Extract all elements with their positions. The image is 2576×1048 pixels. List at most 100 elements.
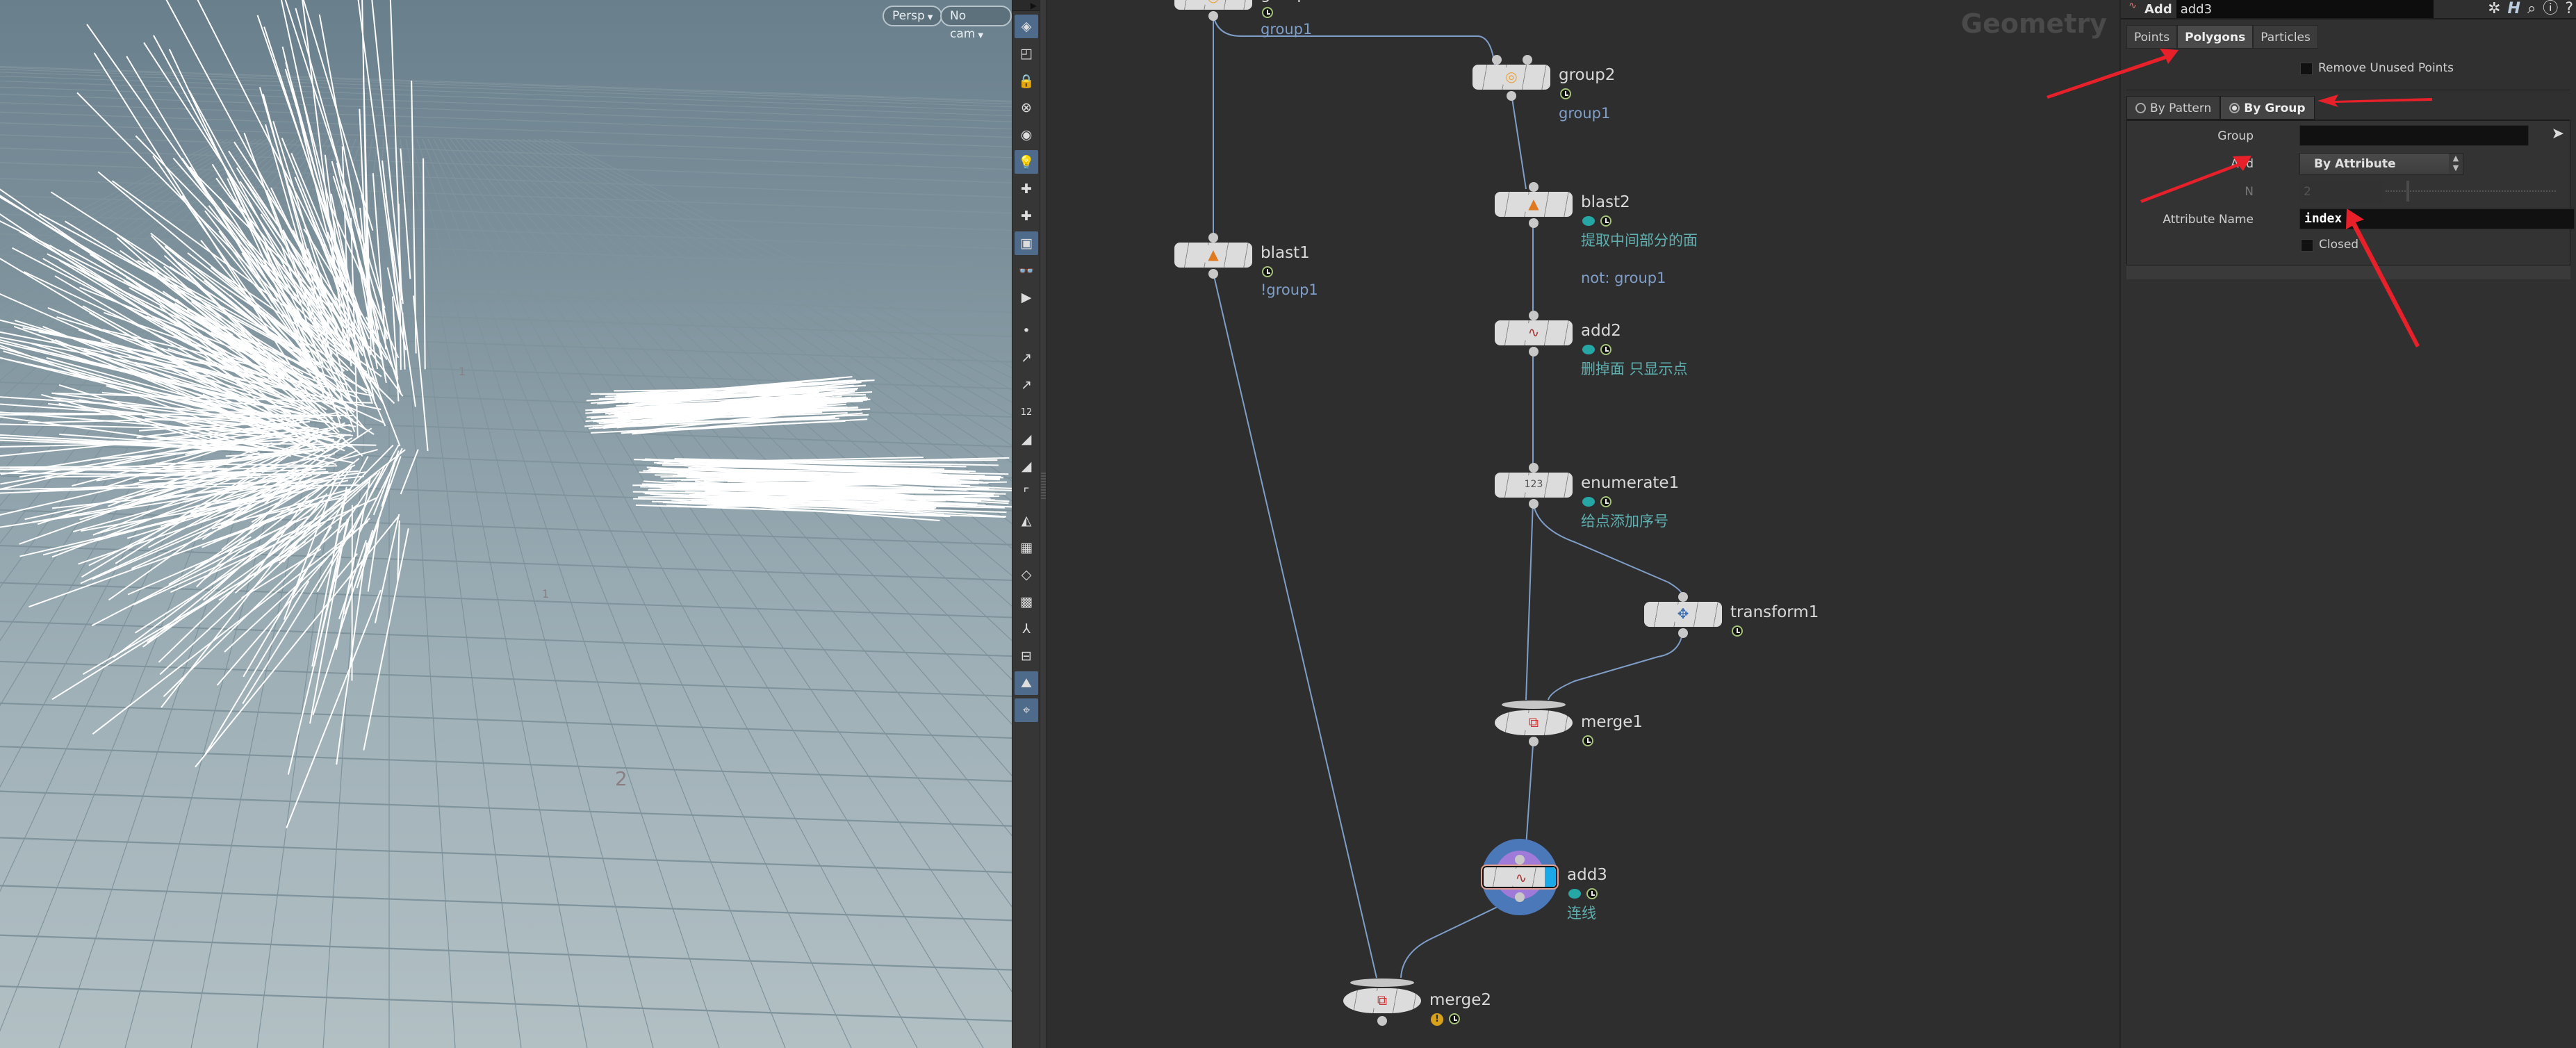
input-port[interactable] <box>1208 233 1218 243</box>
tool-point-marker[interactable]: ↗ <box>1015 373 1038 397</box>
pane-splitter[interactable] <box>1040 0 1047 1048</box>
splitter-grip[interactable] <box>1041 473 1046 500</box>
output-port[interactable] <box>1529 347 1539 357</box>
tool-high-quality-light[interactable]: ✚ <box>1015 204 1038 228</box>
network-editor[interactable]: Geometry ◎ group1 group1 ◎ group2 group1… <box>1047 0 2119 1048</box>
node-body[interactable]: ◎ <box>1174 0 1252 10</box>
grid-line <box>422 138 786 1048</box>
tool-location-marker[interactable]: ⌖ <box>1015 698 1038 722</box>
display-flag[interactable] <box>1545 867 1556 887</box>
warning-icon[interactable]: ! <box>1431 1013 1443 1026</box>
node-body[interactable]: ▲ <box>1174 243 1252 268</box>
tool-prim-numbers[interactable]: ◢ <box>1015 455 1038 478</box>
output-port[interactable] <box>1208 11 1218 21</box>
camera-view-menu[interactable]: Persp ▼ <box>883 6 943 26</box>
node-group-label: group1 <box>1261 21 1313 38</box>
node-flags <box>1582 496 1611 510</box>
add-mode-menu[interactable]: By Attribute ▲ ▼ <box>2299 153 2463 175</box>
node-name: add2 <box>1581 322 1621 340</box>
tool-no-light[interactable]: ⊗ <box>1015 96 1038 120</box>
subtab-by-group[interactable]: By Group <box>2220 96 2315 120</box>
input-port[interactable] <box>1529 311 1539 320</box>
info-icon[interactable]: ⓘ <box>2543 0 2558 18</box>
node-body[interactable]: ∿ <box>1481 865 1559 890</box>
search-icon[interactable]: ⌕ <box>2527 0 2536 18</box>
node-body[interactable]: ◎ <box>1472 65 1550 90</box>
output-port[interactable] <box>1529 737 1539 746</box>
closed-checkbox[interactable] <box>2301 239 2313 252</box>
tool-vertex[interactable]: ◇ <box>1015 563 1038 587</box>
tab-points[interactable]: Points <box>2126 25 2178 49</box>
select-pointer-icon[interactable]: ➤ <box>2552 125 2564 142</box>
tool-point-display[interactable]: • <box>1015 319 1038 343</box>
tool-axis[interactable]: ⅄ <box>1015 617 1038 641</box>
tool-point-numbers[interactable]: 12 <box>1015 400 1038 424</box>
tool-background-image[interactable]: ⛰ <box>1015 671 1038 695</box>
node-name: add3 <box>1567 866 1607 884</box>
input-port[interactable] <box>1523 55 1532 65</box>
node-group-label: !group1 <box>1261 281 1318 298</box>
input-port[interactable] <box>1529 182 1539 192</box>
tool-stereo-glasses[interactable]: 👓 <box>1015 259 1038 282</box>
tool-display-options[interactable]: ◈ <box>1015 15 1038 38</box>
input-port[interactable] <box>1515 855 1525 865</box>
output-port[interactable] <box>1208 269 1218 279</box>
operator-type: Add <box>2144 1 2172 17</box>
input-port[interactable] <box>1492 55 1502 65</box>
n-field[interactable]: 2 <box>2299 181 2383 203</box>
node-body[interactable]: 123 <box>1495 473 1573 498</box>
tool-stereo-camera[interactable]: ▶ <box>1015 286 1038 309</box>
blast-node-icon: ▲ <box>1204 245 1222 263</box>
tool-point-normal[interactable]: ↗ <box>1015 346 1038 370</box>
node-body[interactable]: ∿ <box>1495 320 1573 345</box>
tool-headlight[interactable]: 💡 <box>1015 150 1038 174</box>
tool-lock-camera[interactable]: 🔒 <box>1015 69 1038 92</box>
output-port[interactable] <box>1529 499 1539 509</box>
merge-input-bar[interactable] <box>1350 979 1414 987</box>
tab-particles[interactable]: Particles <box>2253 25 2318 49</box>
node-comment: 给点添加序号 <box>1581 513 1668 530</box>
subtab-by-pattern[interactable]: By Pattern <box>2126 96 2221 120</box>
subtab-label: By Pattern <box>2150 101 2212 115</box>
expand-arrow-icon[interactable]: ▶ <box>1031 1 1037 10</box>
n-slider[interactable] <box>2386 181 2556 202</box>
geometry-strand <box>286 589 382 829</box>
tool-bounding-box[interactable]: ⊟ <box>1015 644 1038 668</box>
group-field[interactable] <box>2299 125 2529 146</box>
node-body[interactable]: ⧉ <box>1495 710 1573 735</box>
output-port[interactable] <box>1377 1016 1387 1026</box>
help-h-icon[interactable]: H <box>2508 0 2520 18</box>
grid-line <box>0 233 1012 270</box>
node-body[interactable]: ✥ <box>1644 602 1722 627</box>
merge-input-bar[interactable] <box>1502 701 1566 709</box>
scene-viewport[interactable]: 121 Persp ▼ No cam ▼ <box>0 0 1012 1048</box>
tool-prim-normal[interactable]: ◢ <box>1015 427 1038 451</box>
output-port[interactable] <box>1515 892 1525 902</box>
tool-surface[interactable]: ◭ <box>1015 509 1038 532</box>
node-body[interactable]: ⧉ <box>1343 988 1421 1013</box>
help-icon[interactable]: ? <box>2565 0 2573 18</box>
tool-shadow-cube[interactable]: ▣ <box>1015 231 1038 255</box>
node-name-field[interactable] <box>2176 0 2434 18</box>
input-port[interactable] <box>1678 592 1688 602</box>
tool-uv-border[interactable]: ▩ <box>1015 590 1038 614</box>
node-body[interactable]: ▲ <box>1495 192 1573 217</box>
output-port[interactable] <box>1529 218 1539 228</box>
input-port[interactable] <box>1529 463 1539 473</box>
attribute-name-field[interactable]: index <box>2299 208 2575 229</box>
tool-normal-light[interactable]: ✚ <box>1015 177 1038 201</box>
n-slider-knob[interactable] <box>2406 181 2409 202</box>
camera-select-menu[interactable]: No cam ▼ <box>940 6 1012 41</box>
output-port[interactable] <box>1507 91 1516 101</box>
gear-icon[interactable]: ✲ <box>2488 0 2500 18</box>
output-port[interactable] <box>1678 628 1688 638</box>
chevron-down-icon: ▼ <box>927 14 933 22</box>
tab-polygons[interactable]: Polygons <box>2177 25 2254 49</box>
tool-hull[interactable]: ⌜ <box>1015 482 1038 505</box>
tool-uv-checker[interactable]: ▦ <box>1015 536 1038 559</box>
tool-shading[interactable]: ◉ <box>1015 123 1038 147</box>
prim-normal-icon: ◢ <box>1021 432 1032 447</box>
tool-snapping[interactable]: ◰ <box>1015 42 1038 65</box>
remove-unused-points-checkbox[interactable] <box>2300 63 2313 75</box>
grid-line <box>400 138 522 1048</box>
